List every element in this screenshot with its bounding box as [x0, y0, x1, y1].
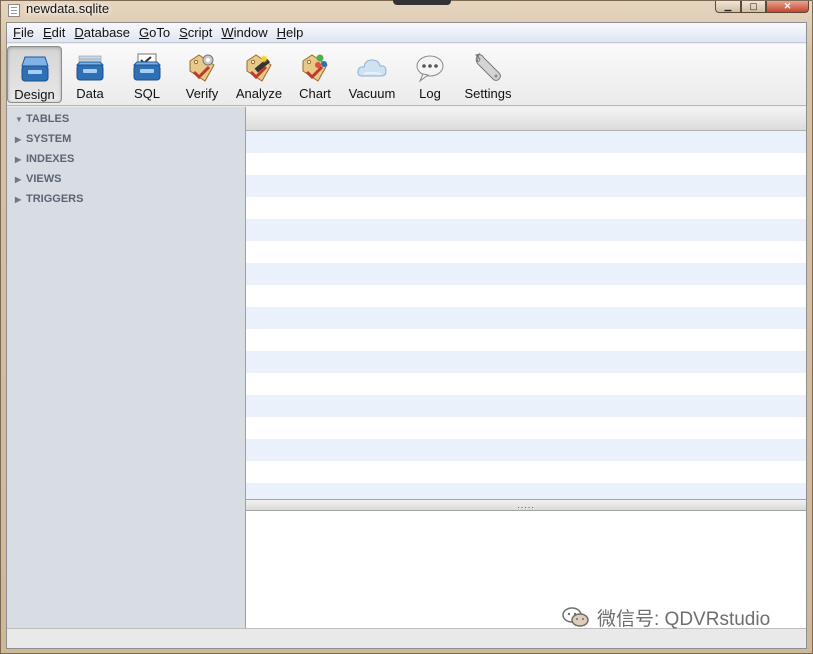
chart-button[interactable]: Chart — [297, 46, 333, 103]
verify-button[interactable]: Verify — [183, 46, 221, 103]
design-label: Design — [14, 87, 55, 102]
analyze-icon — [246, 54, 272, 82]
watermark-text: 微信号: QDVRstudio — [597, 608, 771, 630]
sql-label: SQL — [133, 86, 160, 101]
cloud-icon — [357, 59, 387, 77]
menu-database[interactable]: Database — [72, 25, 137, 40]
expanded-triangle-icon: ▼ — [15, 114, 23, 124]
title-grip — [393, 0, 451, 5]
tree-item-views[interactable]: ▶ VIEWS — [15, 170, 61, 188]
menu-goto[interactable]: GoTo — [137, 25, 177, 40]
splitter-grip: ..... — [517, 500, 535, 510]
chart-icon — [302, 54, 328, 82]
maximize-button[interactable]: ▢ — [741, 1, 766, 13]
tree-item-label: SYSTEM — [26, 133, 72, 145]
object-tree-sidebar: ▼ TABLES ▶ SYSTEM ▶ INDEXES ▶ VIEWS ▶ TR… — [7, 107, 246, 628]
data-label: Data — [76, 86, 104, 101]
data-button[interactable]: Data — [71, 46, 109, 103]
data-grid[interactable] — [246, 131, 806, 499]
minimize-button[interactable]: ▁ — [715, 1, 741, 13]
menu-bar: File Edit Database GoTo Script Window He… — [7, 23, 806, 43]
data-icon — [75, 55, 105, 81]
design-button[interactable]: Design — [7, 46, 62, 103]
verify-icon — [189, 54, 215, 82]
status-bar — [7, 628, 806, 648]
menu-script[interactable]: Script — [177, 25, 219, 40]
analyze-button[interactable]: Analyze — [235, 46, 283, 103]
sql-button[interactable]: SQL — [130, 46, 164, 103]
log-label: Log — [419, 86, 441, 101]
pane-splitter[interactable]: ..... — [246, 499, 806, 511]
collapsed-triangle-icon: ▶ — [15, 154, 22, 164]
menu-edit[interactable]: Edit — [41, 25, 72, 40]
collapsed-triangle-icon: ▶ — [15, 194, 22, 204]
sql-icon — [132, 53, 162, 81]
tree-item-label: VIEWS — [26, 173, 62, 185]
collapsed-triangle-icon: ▶ — [15, 134, 22, 144]
wechat-icon — [562, 607, 589, 627]
window-title: newdata.sqlite — [26, 1, 110, 16]
app-client: File Edit Database GoTo Script Window He… — [6, 22, 807, 649]
collapsed-triangle-icon: ▶ — [15, 174, 22, 184]
watermark: 微信号: QDVRstudio — [561, 605, 771, 630]
speech-bubble-icon — [416, 55, 444, 83]
wrench-icon — [475, 52, 501, 81]
verify-label: Verify — [185, 86, 219, 101]
tree-item-label: TABLES — [26, 113, 70, 125]
document-icon — [8, 4, 20, 17]
title-bar[interactable]: newdata.sqlite ▁ ▢ ✕ — [1, 0, 813, 20]
log-button[interactable]: Log — [413, 46, 447, 103]
tree-item-tables[interactable]: ▼ TABLES — [15, 110, 69, 128]
tree-item-indexes[interactable]: ▶ INDEXES — [15, 150, 74, 168]
tree-item-label: INDEXES — [26, 153, 75, 165]
settings-label: Settings — [464, 86, 512, 101]
vacuum-label: Vacuum — [348, 86, 396, 101]
tree-item-triggers[interactable]: ▶ TRIGGERS — [15, 190, 83, 208]
menu-help[interactable]: Help — [275, 25, 311, 40]
settings-button[interactable]: Settings — [463, 46, 513, 103]
window-frame: newdata.sqlite ▁ ▢ ✕ File Edit Database … — [0, 0, 813, 654]
menu-window[interactable]: Window — [219, 25, 274, 40]
chart-label: Chart — [299, 86, 331, 101]
vacuum-button[interactable]: Vacuum — [347, 46, 397, 103]
toolbar: Design Data SQL Verify Analyze Chart Vac… — [7, 44, 806, 106]
close-button[interactable]: ✕ — [766, 1, 809, 13]
analyze-label: Analyze — [235, 86, 283, 101]
design-icon — [20, 56, 49, 82]
tree-item-label: TRIGGERS — [26, 193, 84, 205]
menu-file[interactable]: File — [11, 25, 41, 40]
tree-item-system[interactable]: ▶ SYSTEM — [15, 130, 71, 148]
grid-header — [246, 107, 806, 131]
